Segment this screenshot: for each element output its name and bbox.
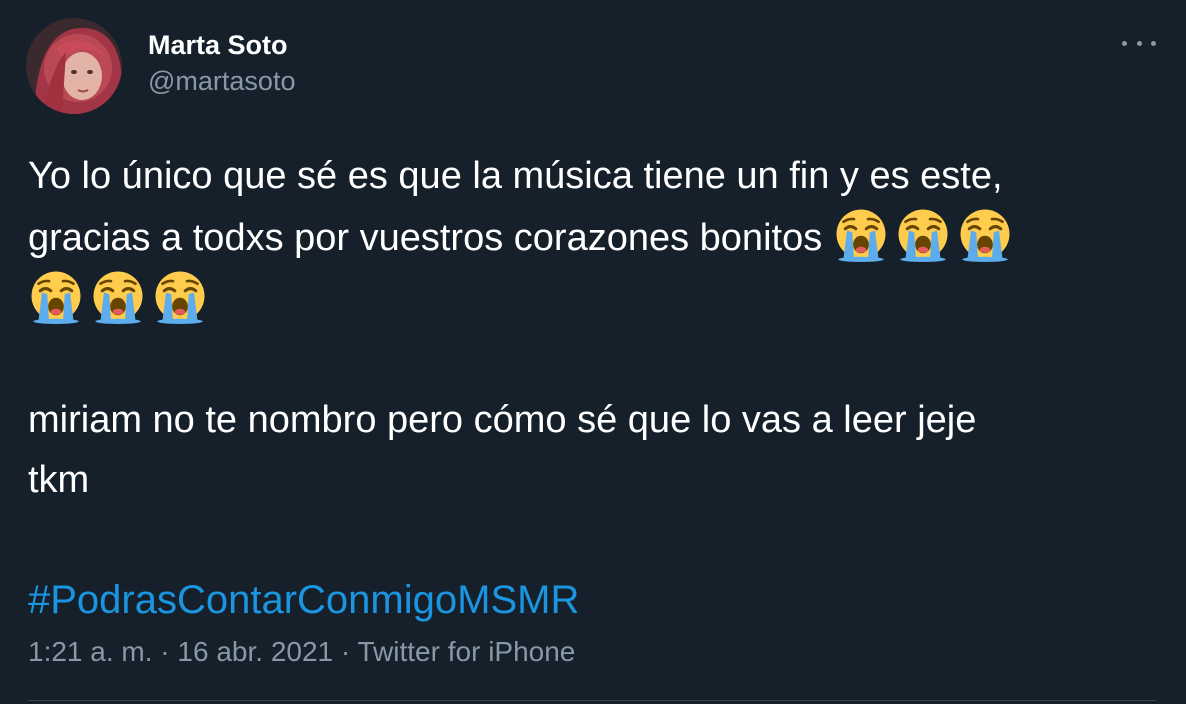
more-dot	[1151, 40, 1156, 46]
loudly-crying-face-icon	[895, 206, 951, 262]
avatar[interactable]	[26, 18, 122, 114]
more-options-icon[interactable]	[1122, 28, 1156, 58]
tweet-paragraph-3: #PodrasContarConmigoMSMR	[28, 570, 1158, 631]
meta-separator: ·	[333, 636, 358, 667]
tweet-metadata: 1:21 a. m. · 16 abr. 2021 · Twitter for …	[28, 632, 575, 672]
loudly-crying-face-icon	[28, 268, 84, 324]
tweet-header: Marta Soto @martasoto	[26, 18, 295, 114]
tweet-date[interactable]: 16 abr. 2021	[177, 636, 333, 667]
more-dot	[1122, 40, 1127, 46]
display-name[interactable]: Marta Soto	[148, 27, 295, 63]
meta-separator: ·	[152, 636, 178, 667]
tweet-paragraph-1: Yo lo único que sé es que la música tien…	[28, 146, 1158, 330]
divider	[28, 700, 1156, 701]
tweet-line: Yo lo único que sé es que la música tien…	[28, 155, 1003, 197]
tweet-paragraph-2: miriam no te nombro pero cómo sé que lo …	[28, 390, 1158, 510]
tweet-card: Marta Soto @martasoto Yo lo único que sé…	[0, 0, 1186, 704]
loudly-crying-face-icon	[833, 206, 889, 262]
tweet-time[interactable]: 1:21 a. m.	[28, 636, 153, 667]
tweet-source[interactable]: Twitter for iPhone	[358, 636, 576, 667]
hashtag-link[interactable]: #PodrasContarConmigoMSMR	[28, 578, 579, 622]
tweet-line: gracias a todxs por vuestros corazones b…	[28, 217, 823, 259]
username-handle[interactable]: @martasoto	[148, 63, 295, 99]
loudly-crying-face-icon	[957, 206, 1013, 262]
tweet-text: Yo lo único que sé es que la música tien…	[28, 146, 1158, 631]
tweet-line: tkm	[28, 459, 90, 501]
loudly-crying-face-icon	[152, 268, 208, 324]
loudly-crying-face-icon	[90, 268, 146, 324]
tweet-line: miriam no te nombro pero cómo sé que lo …	[28, 399, 977, 441]
more-dot	[1136, 40, 1142, 46]
author-names: Marta Soto @martasoto	[148, 27, 295, 99]
